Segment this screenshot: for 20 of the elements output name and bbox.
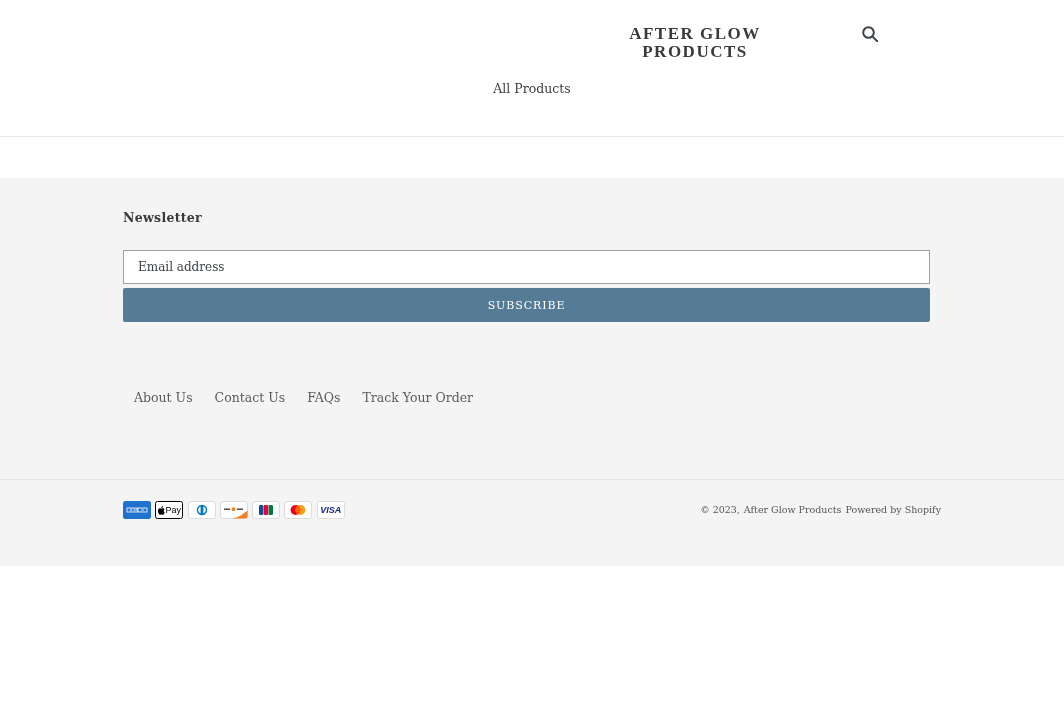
footer-link[interactable]: FAQs [296,388,352,408]
copyright-text: © 2023, [700,503,740,517]
store-logo[interactable]: AFTER GLOW PRODUCTS [625,25,765,61]
card-label: Pay [165,505,182,515]
payment-card-icon [123,501,151,519]
subscribe-button[interactable]: SUBSCRIBE [123,288,930,322]
search-icon[interactable] [862,26,878,42]
nav-link[interactable]: All Products [493,79,571,99]
footer-link[interactable]: About Us [123,388,204,408]
powered-by-link[interactable]: Powered by Shopify [845,503,941,517]
payment-card-icon [284,501,313,519]
newsletter-heading: Newsletter [123,209,202,227]
email-field[interactable]: Email address [123,250,930,284]
footer-link[interactable]: Track Your Order [351,388,485,408]
footer-link[interactable]: Contact Us [203,388,297,408]
payment-card-icon [187,501,216,519]
store-link[interactable]: After Glow Products [743,503,842,517]
payment-card-icon [219,501,248,519]
card-label: VISA [320,505,342,515]
payment-card-icon [252,501,281,519]
